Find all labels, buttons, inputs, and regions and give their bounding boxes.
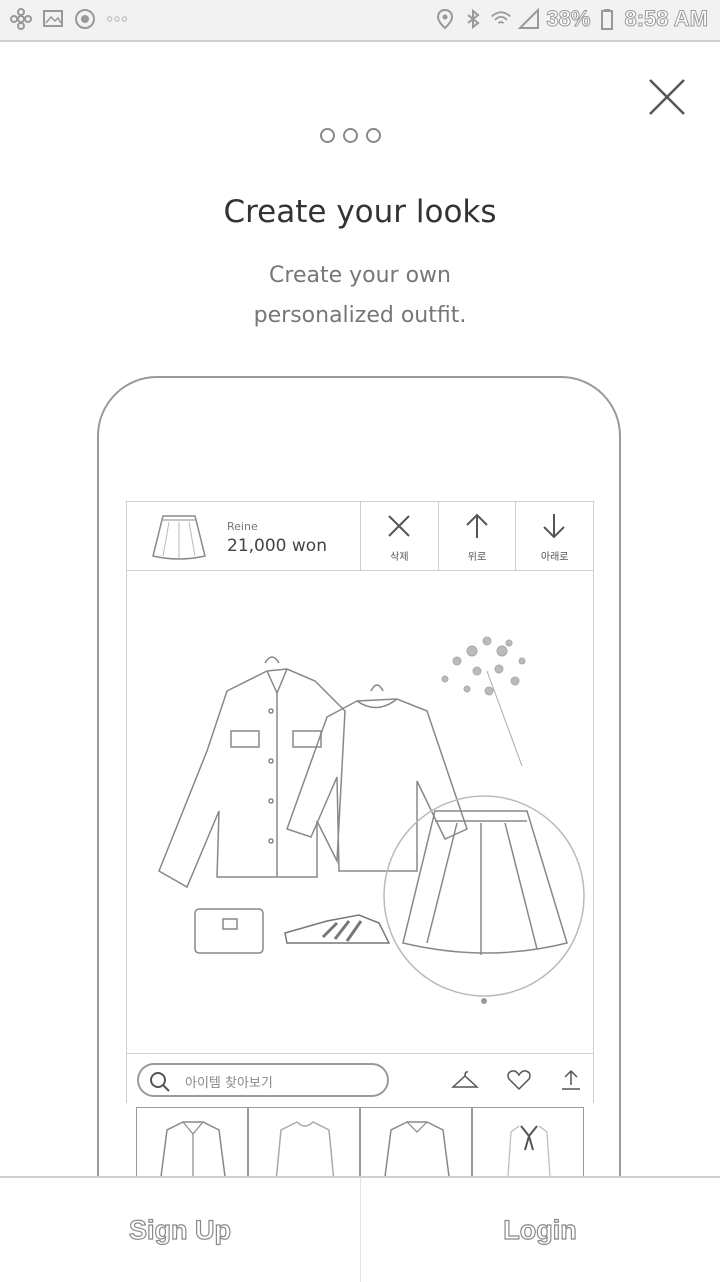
photo-icon bbox=[43, 10, 63, 27]
x-icon bbox=[388, 515, 410, 537]
bag-illustration bbox=[194, 908, 264, 954]
page-subtitle: Create your own personalized outfit. bbox=[0, 256, 720, 336]
upload-icon[interactable] bbox=[557, 1067, 585, 1093]
pinwheel-icon bbox=[10, 8, 32, 30]
page-title: Create your looks bbox=[223, 194, 497, 230]
skirt-thumbnail bbox=[152, 515, 206, 560]
clock: 8:58 AM bbox=[624, 6, 709, 32]
arrow-down-icon bbox=[543, 514, 566, 539]
more-dots-icon bbox=[106, 16, 128, 22]
status-bar: 38% 8:58 AM bbox=[0, 0, 720, 42]
sign-up-button[interactable]: Sign Up bbox=[0, 1178, 360, 1282]
battery-icon bbox=[601, 9, 614, 30]
jacket-illustration bbox=[158, 656, 346, 889]
page-indicator bbox=[320, 128, 381, 143]
move-up-button[interactable]: 위로 bbox=[439, 502, 517, 570]
battery-percent: 38% bbox=[546, 6, 591, 32]
signal-icon bbox=[518, 8, 540, 29]
heart-icon[interactable] bbox=[505, 1067, 533, 1093]
move-down-button[interactable]: 아래로 bbox=[516, 502, 593, 570]
item-price: 21,000 won bbox=[227, 536, 327, 556]
action-label: 아래로 bbox=[540, 552, 569, 563]
action-label: 위로 bbox=[467, 552, 487, 563]
search-placeholder: 아이템 찾아보기 bbox=[185, 1076, 273, 1091]
subtitle-line: Create your own bbox=[269, 263, 451, 288]
subtitle-line: personalized outfit. bbox=[253, 303, 467, 328]
sweater-illustration bbox=[286, 684, 468, 872]
delete-button[interactable]: 삭제 bbox=[361, 502, 439, 570]
selection-handle bbox=[481, 998, 487, 1004]
close-icon[interactable] bbox=[644, 74, 690, 120]
outfit-illustration bbox=[158, 636, 585, 1004]
bottom-action-bar: Sign Up Login bbox=[0, 1176, 720, 1282]
item-brand: Reine bbox=[227, 520, 258, 533]
action-label: 삭제 bbox=[390, 552, 409, 563]
search-toolbar: 아이템 찾아보기 bbox=[126, 1053, 594, 1103]
search-input[interactable]: 아이템 찾아보기 bbox=[137, 1063, 389, 1097]
location-icon bbox=[437, 8, 454, 30]
login-button[interactable]: Login bbox=[360, 1178, 720, 1282]
bluetooth-icon bbox=[467, 8, 481, 30]
phone-screen-mockup: Reine 21,000 won 삭제 위로 아래로 아이템 찾아보기 bbox=[126, 501, 594, 1191]
record-icon bbox=[75, 9, 95, 29]
page-dot[interactable] bbox=[320, 128, 335, 143]
search-icon bbox=[150, 1072, 170, 1092]
flower-branch-illustration bbox=[441, 636, 526, 767]
skirt-illustration bbox=[402, 810, 568, 955]
hanger-icon[interactable] bbox=[451, 1067, 479, 1093]
outfit-canvas[interactable] bbox=[126, 571, 594, 1054]
sneaker-illustration bbox=[284, 914, 391, 944]
arrow-up-icon bbox=[465, 513, 488, 538]
page-dot[interactable] bbox=[366, 128, 381, 143]
selected-item-header: Reine 21,000 won 삭제 위로 아래로 bbox=[126, 501, 594, 571]
wifi-icon bbox=[491, 11, 512, 24]
selected-item-info: Reine 21,000 won bbox=[127, 502, 361, 570]
page-dot[interactable] bbox=[343, 128, 358, 143]
